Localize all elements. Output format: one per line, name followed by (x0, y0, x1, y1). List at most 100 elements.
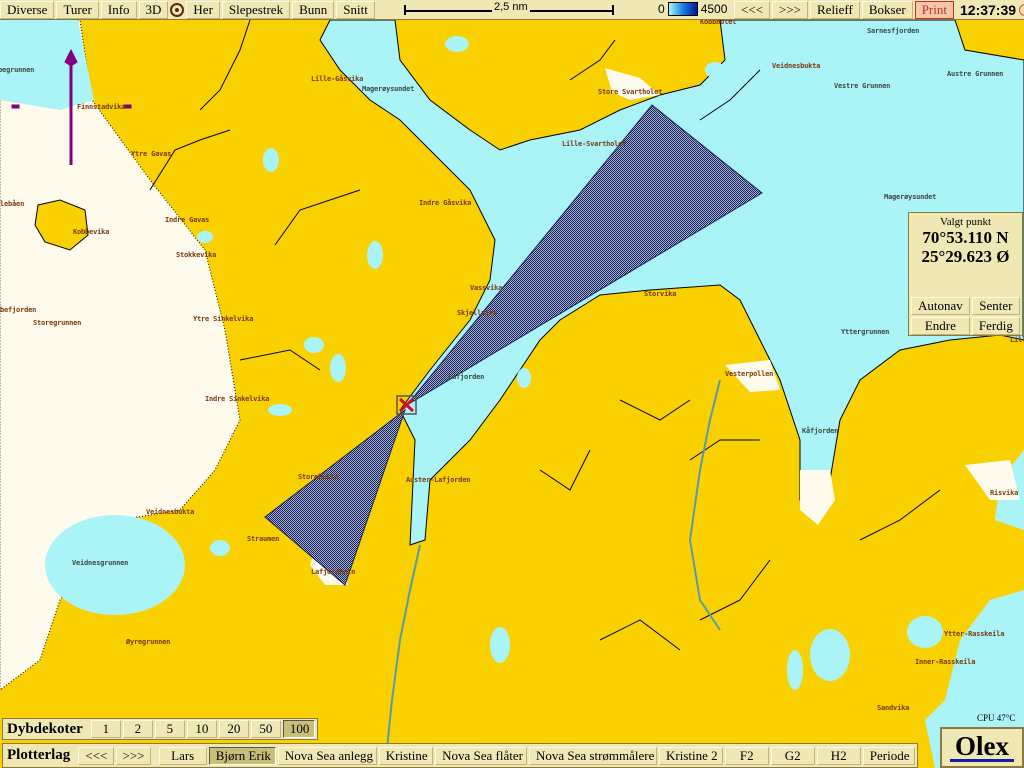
map-label: Risvika (990, 489, 1019, 497)
map-label: Straumen (247, 535, 280, 543)
layer-kristine[interactable]: Kristine (378, 746, 434, 765)
map-label: Inner-Rasskeila (915, 658, 976, 666)
map-label: Ytter-Rasskeila (944, 630, 1005, 638)
her-button[interactable]: Her (186, 0, 220, 19)
chart-map[interactable] (0, 20, 1024, 768)
relieff-button[interactable]: Relieff (810, 1, 860, 19)
cpu-temperature: CPU 47°C (977, 713, 1016, 723)
map-label: Auster-Lafjorden (406, 476, 471, 484)
map-label: Ytre Gavas (131, 150, 172, 158)
map-label: befjorden (0, 306, 37, 314)
contour-50[interactable]: 50 (250, 720, 281, 738)
info-button[interactable]: Info (100, 0, 137, 19)
contour-1[interactable]: 1 (90, 720, 121, 738)
depth-contours-title: Dybdekoter (7, 720, 83, 737)
map-label: Øyregrunnen (126, 638, 171, 646)
snitt-button[interactable]: Snitt (336, 0, 375, 19)
map-label: lebåen (0, 200, 25, 208)
map-label: Lafjordbotn (311, 568, 356, 576)
map-label: Yttergrunnen (841, 328, 890, 336)
map-label: Storebukta (298, 473, 339, 481)
layer-lars[interactable]: Lars (158, 746, 207, 765)
map-label: Storvika (644, 290, 677, 298)
layer-nova-sea-strommalere[interactable]: Nova Sea strømmålere (528, 746, 658, 765)
bokser-button[interactable]: Bokser (861, 1, 913, 19)
plotterlag-bar: Plotterlag <<< >>> Lars Bjørn Erik Nova … (2, 743, 918, 768)
bunn-button[interactable]: Bunn (292, 0, 335, 19)
diverse-button[interactable]: Diverse (0, 0, 55, 19)
map-label: Veidnesgrunnen (72, 559, 129, 567)
map-label: Sarnesfjorden (867, 27, 920, 35)
water-northwest (0, 20, 94, 110)
layer-nova-sea-anlegg[interactable]: Nova Sea anlegg (277, 746, 377, 765)
map-label: Indre Gåsvika (419, 199, 472, 207)
prev-button[interactable]: <<< (734, 1, 770, 19)
periode-button[interactable]: Periode (862, 746, 915, 765)
selected-point-panel: Valgt punkt 70°53.110 N 25°29.623 Ø Auto… (908, 212, 1023, 336)
contour-10[interactable]: 10 (186, 720, 217, 738)
autonav-button[interactable]: Autonav (911, 297, 970, 315)
depth-color-scale[interactable]: 0 4500 (658, 2, 727, 16)
logo-text: Olex (955, 731, 1009, 761)
map-label: Lille-P (1010, 336, 1024, 344)
contour-100[interactable]: 100 (282, 720, 315, 738)
map-label: Magerøysundet (362, 85, 415, 93)
map-label: Sandvika (877, 704, 910, 712)
map-label: Veidnesbukta (772, 62, 821, 70)
map-label: Kobbegrunnen (0, 66, 35, 74)
map-label: Finnstadvika (77, 103, 126, 111)
plotterlag-prev[interactable]: <<< (78, 746, 114, 765)
senter-button[interactable]: Senter (971, 297, 1020, 315)
turer-button[interactable]: Turer (56, 0, 99, 19)
map-label: Indre Sinkelvika (205, 395, 270, 403)
layer-bjorn-erik[interactable]: Bjørn Erik (208, 746, 276, 765)
olex-logo[interactable]: Olex (940, 727, 1024, 768)
depth-gradient (667, 2, 698, 16)
sun-icon[interactable] (1019, 4, 1024, 16)
plotterlag-title: Plotterlag (7, 747, 71, 763)
map-label: Lille-Gåsvika (311, 75, 364, 83)
layer-kristine-2[interactable]: Kristine 2 (659, 746, 723, 765)
slepestrek-button[interactable]: Slepestrek (221, 0, 291, 19)
next-button[interactable]: >>> (772, 1, 808, 19)
map-label: Vestre Grunnen (834, 82, 891, 90)
longitude: 25°29.623 Ø (921, 247, 1010, 266)
plotterlag-next[interactable]: >>> (115, 746, 151, 765)
map-label: Kobbevika (73, 228, 110, 236)
map-label: Skjellvika (457, 309, 498, 317)
map-label: Vassvika (470, 284, 503, 292)
ferdig-button[interactable]: Ferdig (971, 317, 1020, 335)
map-label: Store Svartholet (598, 88, 663, 96)
scale-bar: 2,5 nm (404, 1, 614, 15)
print-button[interactable]: Print (914, 1, 954, 19)
layer-h2[interactable]: H2 (816, 746, 861, 765)
endre-button[interactable]: Endre (911, 317, 970, 335)
3d-button[interactable]: 3D (138, 0, 169, 19)
map-label: Kåfjorden (802, 427, 839, 435)
map-label: Veidnesbukta (146, 508, 195, 516)
contour-20[interactable]: 20 (218, 720, 249, 738)
layer-f2[interactable]: F2 (724, 746, 769, 765)
depth-contours-bar: Dybdekoter 1 2 5 10 20 50 100 (2, 718, 318, 740)
top-toolbar: Diverse Turer Info 3D Her Slepestrek Bun… (0, 0, 1024, 20)
clock: 12:37:39 (960, 2, 1017, 18)
contour-5[interactable]: 5 (154, 720, 185, 738)
target-circle-icon[interactable] (170, 2, 185, 17)
scale-label: 2,5 nm (492, 1, 530, 13)
map-label: Magerøysundet (884, 193, 937, 201)
map-label: Indre Gavas (165, 216, 210, 224)
map-label: Vesterpollen (725, 370, 774, 378)
panel-title: Valgt punkt (939, 216, 992, 228)
map-label: Stokkevika (176, 251, 217, 259)
map-label: Lafjorden (448, 373, 485, 381)
latitude: 70°53.110 N (922, 228, 1009, 247)
map-label: Austre Grunnen (947, 70, 1004, 78)
map-label: Storegrunnen (33, 319, 82, 327)
map-label: Lille-Svartholet (562, 140, 627, 148)
map-label: Ytre Sinkelvika (193, 315, 254, 323)
contour-2[interactable]: 2 (122, 720, 153, 738)
layer-g2[interactable]: G2 (770, 746, 815, 765)
layer-nova-sea-flater[interactable]: Nova Sea flåter (435, 746, 527, 765)
depth-min: 0 (658, 2, 665, 16)
depth-max: 4500 (700, 2, 728, 16)
